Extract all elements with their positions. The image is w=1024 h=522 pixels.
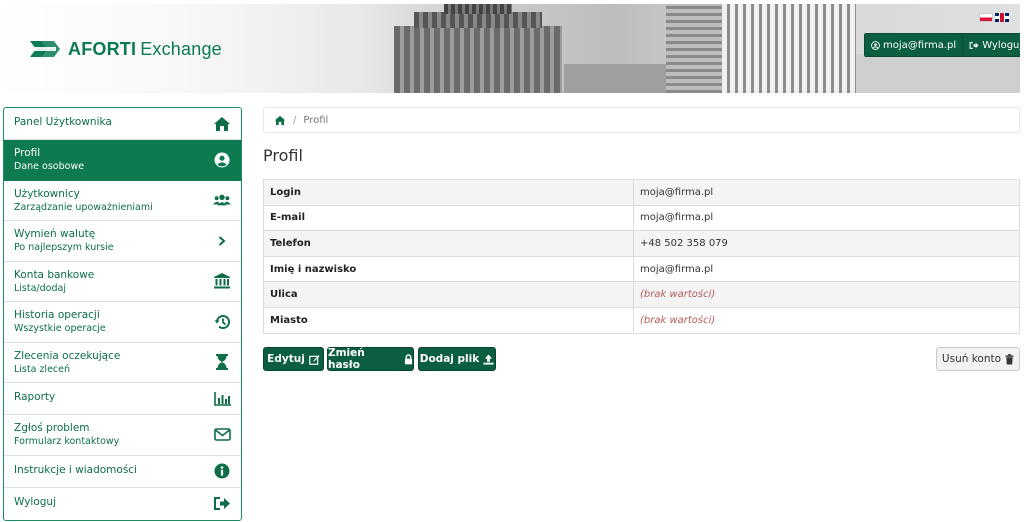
- breadcrumb-current: Profil: [303, 114, 329, 126]
- sidebar-item-reports[interactable]: Raporty: [4, 383, 241, 415]
- sidebar-item-label: Wyloguj: [14, 495, 56, 508]
- sidebar-item-sublabel: Wszystkie operacje: [14, 323, 106, 334]
- language-switcher: [979, 13, 1009, 22]
- chart-icon: [213, 390, 231, 408]
- sidebar-item-sublabel: Lista/dodaj: [14, 282, 66, 294]
- field-value: moja@firma.pl: [633, 255, 1020, 283]
- sidebar-item-report-problem[interactable]: Zgłoś problem Formularz kontaktowy: [4, 415, 241, 456]
- flag-uk-icon[interactable]: [995, 13, 1009, 22]
- edit-icon: [309, 354, 320, 365]
- field-label: Telefon: [263, 230, 634, 257]
- trash-icon: [1005, 353, 1014, 364]
- user-email: moja@firma.pl: [883, 39, 957, 51]
- sidebar-item-label: Instrukcje i wiadomości: [14, 463, 137, 476]
- sidebar-item-panel[interactable]: Panel Użytkownika: [4, 108, 241, 140]
- banner-palace-building: [394, 26, 562, 93]
- sidebar-item-label: Historia operacji: [14, 309, 100, 321]
- field-label: Login: [263, 179, 634, 206]
- logout-button[interactable]: Wyloguj: [962, 34, 1020, 56]
- page-title: Profil: [263, 146, 303, 165]
- banner-palace-building: [444, 4, 512, 14]
- sidebar-item-profile[interactable]: Profil Dane osobowe: [4, 140, 241, 181]
- banner-skyscraper: [722, 4, 856, 93]
- delete-account-label: Usuń konto: [941, 353, 1002, 365]
- sidebar-item-sublabel: Po najlepszym kursie: [14, 242, 114, 253]
- sidebar-item-pending-orders[interactable]: Zlecenia oczekujące Lista zleceń: [4, 343, 241, 383]
- field-value-empty: (brak wartości): [633, 281, 1020, 308]
- home-icon: [213, 115, 231, 133]
- table-row: Imię i nazwisko moja@firma.pl: [263, 255, 1020, 283]
- logo[interactable]: AFORTI Exchange: [28, 37, 222, 61]
- field-label: Imię i nazwisko: [263, 255, 634, 283]
- sidebar-item-label: Panel Użytkownika: [14, 116, 112, 128]
- info-icon: [213, 462, 231, 480]
- user-circle-icon: [871, 40, 880, 50]
- table-row: Login moja@firma.pl: [263, 179, 1020, 206]
- logo-brand: AFORTI: [68, 38, 137, 59]
- user-box: moja@firma.pl Wyloguj: [864, 33, 1020, 57]
- field-label: E-mail: [263, 204, 634, 232]
- change-password-button[interactable]: Zmień hasło: [327, 347, 414, 371]
- delete-account-button[interactable]: Usuń konto: [936, 347, 1020, 371]
- header-banner: AFORTI Exchange moja@firma.pl Wyloguj: [4, 4, 1020, 93]
- home-icon[interactable]: [274, 115, 286, 126]
- change-password-label: Zmień hasło: [328, 347, 365, 371]
- sidebar-item-sublabel: Dane osobowe: [14, 161, 85, 172]
- sign-out-icon: [969, 41, 979, 49]
- sidebar-item-label: Zlecenia oczekujące: [14, 349, 121, 362]
- envelope-icon: [213, 426, 231, 444]
- sidebar-item-logout[interactable]: Wyloguj: [4, 488, 241, 520]
- edit-button[interactable]: Edytuj: [263, 347, 324, 371]
- logout-label: Wyloguj: [982, 39, 1020, 51]
- sidebar-item-label: Konta bankowe: [14, 268, 95, 281]
- sidebar-item-label: Użytkownicy: [14, 187, 80, 200]
- sidebar-item-users[interactable]: Użytkownicy Zarządzanie upoważnieniami: [4, 181, 241, 221]
- upload-icon: [483, 353, 494, 365]
- chevron-right-icon: [213, 232, 231, 250]
- edit-label: Edytuj: [267, 353, 305, 365]
- table-row: Miasto (brak wartości): [263, 306, 1020, 334]
- logo-mark-icon: [30, 41, 60, 57]
- sidebar-item-label: Profil: [14, 147, 41, 159]
- user-account-button[interactable]: moja@firma.pl: [865, 34, 963, 56]
- user-circle-icon: [213, 151, 231, 169]
- sidebar-nav: Panel Użytkownika Profil Dane osobowe Uż…: [3, 107, 242, 521]
- history-icon: [213, 313, 231, 331]
- banner-building: [564, 64, 666, 93]
- table-row: E-mail moja@firma.pl: [263, 204, 1020, 232]
- field-value: +48 502 358 079: [633, 230, 1020, 257]
- table-row: Ulica (brak wartości): [263, 281, 1020, 308]
- field-label: Miasto: [263, 306, 634, 334]
- sidebar-item-exchange[interactable]: Wymień walutę Po najlepszym kursie: [4, 221, 241, 262]
- banner-building: [856, 54, 1020, 93]
- field-label: Ulica: [263, 281, 634, 308]
- banner-skyscraper: [666, 4, 726, 93]
- breadcrumb: / Profil: [263, 107, 1020, 133]
- sidebar-item-label: Wymień walutę: [14, 228, 96, 240]
- sidebar-item-bank-accounts[interactable]: Konta bankowe Lista/dodaj: [4, 262, 241, 302]
- lock-icon: [404, 353, 413, 364]
- profile-table: Login moja@firma.pl E-mail moja@firma.pl…: [263, 179, 1020, 334]
- hourglass-icon: [213, 353, 231, 371]
- banner-palace-building: [414, 12, 542, 28]
- sidebar-item-instructions[interactable]: Instrukcje i wiadomości: [4, 456, 241, 488]
- sign-out-icon: [213, 495, 231, 513]
- sidebar-item-sublabel: Formularz kontaktowy: [14, 436, 120, 447]
- sidebar-item-label: Raporty: [14, 391, 56, 403]
- logo-product: Exchange: [140, 38, 222, 59]
- table-row: Telefon +48 502 358 079: [263, 230, 1020, 257]
- breadcrumb-separator: /: [293, 114, 297, 126]
- sidebar-item-sublabel: Lista zleceń: [14, 363, 71, 375]
- field-value-empty: (brak wartości): [633, 306, 1020, 334]
- add-file-label: Dodaj plik: [419, 353, 480, 365]
- bank-icon: [213, 272, 231, 290]
- sidebar-item-history[interactable]: Historia operacji Wszystkie operacje: [4, 302, 241, 343]
- add-file-button[interactable]: Dodaj plik: [418, 347, 496, 371]
- field-value: moja@firma.pl: [633, 204, 1020, 232]
- flag-pl-icon[interactable]: [979, 13, 993, 22]
- field-value: moja@firma.pl: [633, 179, 1020, 206]
- users-icon: [213, 191, 231, 209]
- sidebar-item-label: Zgłoś problem: [14, 422, 90, 434]
- sidebar-item-sublabel: Zarządzanie upoważnieniami: [14, 201, 153, 213]
